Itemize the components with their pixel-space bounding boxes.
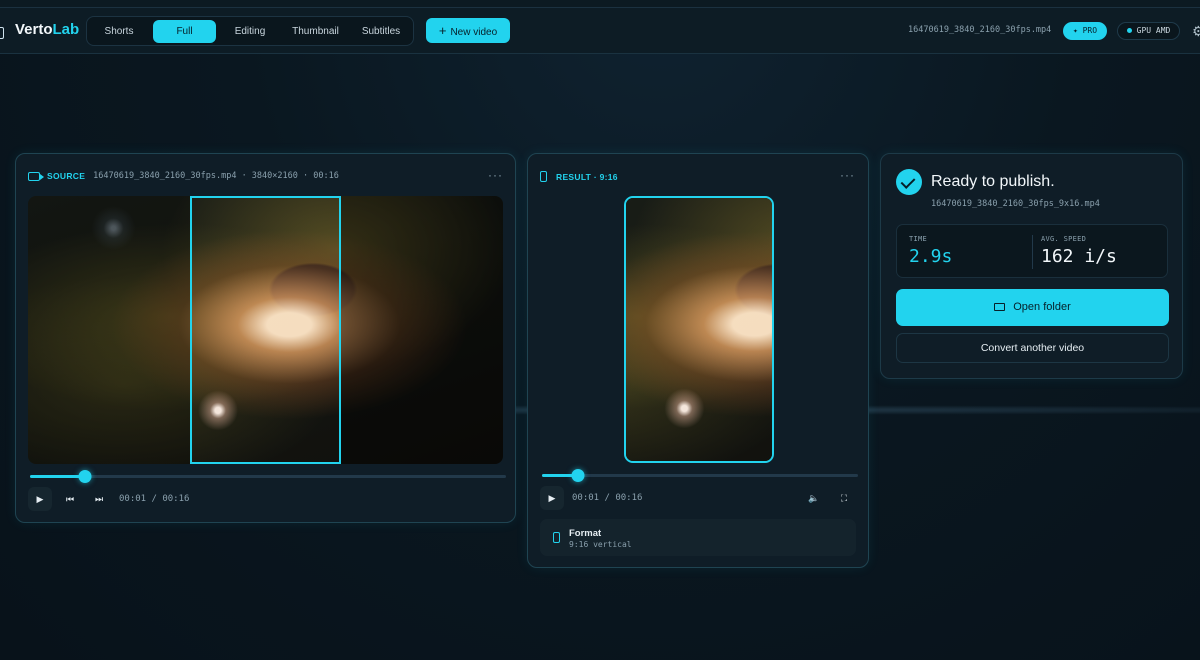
mode-tabs: Shorts Full Editing Thumbnail Subtitles <box>86 16 414 46</box>
output-file-name: 16470619_3840_2160_30fps_9x16.mp4 <box>931 199 1100 209</box>
result-header: RESULT · 9:16 <box>540 171 626 182</box>
open-folder-button[interactable]: Open folder <box>896 289 1169 326</box>
brand-accent: Lab <box>52 21 80 38</box>
new-video-label: New video <box>450 27 498 38</box>
source-time: 00:01 / 00:16 <box>119 494 190 504</box>
tab-shorts[interactable]: Shorts <box>90 20 148 43</box>
source-panel: SOURCE 16470619_3840_2160_30fps.mp4 · 38… <box>15 153 516 523</box>
format-info: Format 9:16 vertical <box>540 519 856 556</box>
logo-icon <box>0 27 4 39</box>
publish-status-panel: Ready to publish. 16470619_3840_2160_30f… <box>880 153 1183 379</box>
speed-value: 162 i/s <box>1041 246 1117 267</box>
current-file-name: 16470619_3840_2160_30fps.mp4 <box>908 25 1052 35</box>
crop-frame-handle[interactable] <box>190 196 341 464</box>
source-timeline[interactable] <box>30 470 506 483</box>
brand-logo[interactable]: VertoLab <box>15 21 79 38</box>
source-video-preview[interactable] <box>28 196 503 464</box>
check-icon <box>896 169 922 195</box>
speed-label: AVG. SPEED <box>1041 235 1087 243</box>
source-playhead[interactable] <box>78 470 92 483</box>
source-meta: 16470619_3840_2160_30fps.mp4 · 3840×2160… <box>93 171 339 181</box>
gpu-status-dot <box>1126 28 1132 33</box>
crop-outside-left <box>28 196 191 464</box>
more-options-icon[interactable]: ··· <box>488 168 503 182</box>
result-label: RESULT · 9:16 <box>556 171 618 182</box>
tab-full[interactable]: Full <box>153 20 216 43</box>
phone-icon <box>553 532 560 543</box>
source-timeline-progress <box>30 475 85 478</box>
pro-badge[interactable]: ✦ PRO <box>1063 22 1107 40</box>
tab-editing[interactable]: Editing <box>220 20 280 43</box>
result-panel: RESULT · 9:16 ··· ▶ 00:01 / 00:16 🔈 ⛶ Fo… <box>527 153 869 568</box>
gpu-label: GPU AMD <box>1136 26 1171 35</box>
volume-icon[interactable]: 🔈 <box>802 486 826 510</box>
fullscreen-icon[interactable]: ⛶ <box>832 486 856 510</box>
gear-icon[interactable]: ⚙ <box>1192 23 1200 40</box>
format-title: Format <box>569 528 602 539</box>
folder-icon <box>994 303 1006 311</box>
convert-another-button[interactable]: Convert another video <box>896 333 1169 363</box>
result-video-frame <box>626 198 772 461</box>
result-video-preview[interactable] <box>624 196 774 463</box>
tab-thumbnail[interactable]: Thumbnail <box>284 20 347 43</box>
plus-icon: + <box>438 23 447 38</box>
play-button[interactable]: ▶ <box>540 486 564 510</box>
source-header: SOURCE 16470619_3840_2160_30fps.mp4 · 38… <box>28 171 339 181</box>
source-label: SOURCE <box>47 171 86 181</box>
result-time: 00:01 / 00:16 <box>572 493 643 503</box>
phone-icon <box>540 171 547 182</box>
video-camera-icon <box>28 171 44 181</box>
format-subtitle: 9:16 vertical <box>569 540 632 549</box>
crop-outside-right <box>341 196 503 464</box>
time-label: TIME <box>909 235 928 243</box>
gpu-badge[interactable]: GPU AMD <box>1117 22 1180 40</box>
more-options-icon[interactable]: ··· <box>840 168 855 182</box>
stats-divider <box>1032 235 1033 269</box>
open-folder-label: Open folder <box>1013 301 1071 313</box>
result-playhead[interactable] <box>571 469 585 482</box>
conversion-stats: TIME 2.9s AVG. SPEED 162 i/s <box>896 224 1168 278</box>
top-bar: VertoLab Shorts Full Editing Thumbnail S… <box>0 8 1200 54</box>
window-top-edge <box>0 0 1200 8</box>
result-timeline[interactable] <box>542 469 858 482</box>
skip-forward-icon[interactable]: ⏭ <box>87 487 111 511</box>
ready-title: Ready to publish. <box>931 173 1055 190</box>
time-value: 2.9s <box>909 246 953 267</box>
brand-name: Verto <box>15 21 53 38</box>
new-video-button[interactable]: + New video <box>426 18 510 43</box>
skip-back-icon[interactable]: ⏮ <box>58 487 82 511</box>
play-button[interactable]: ▶ <box>28 487 52 511</box>
tab-subtitles[interactable]: Subtitles <box>351 20 411 43</box>
